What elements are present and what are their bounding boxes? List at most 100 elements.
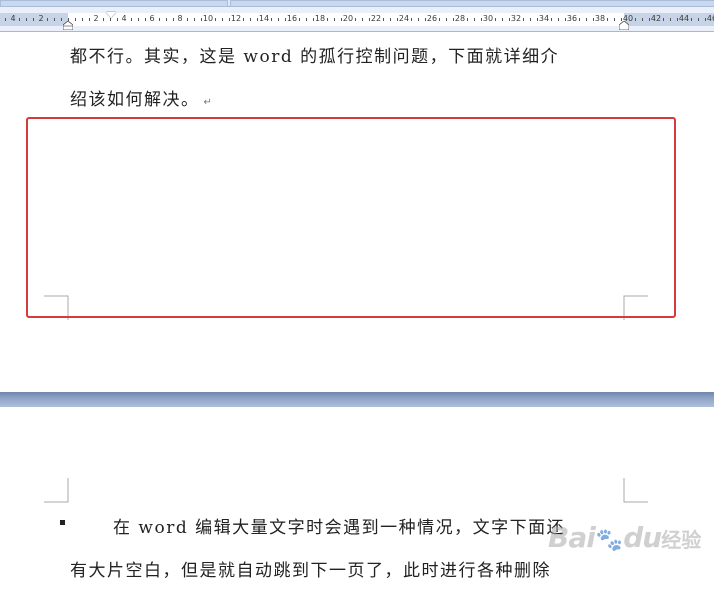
ruler-tick: [278, 18, 279, 21]
body-text-line-content: 绍该如何解决。: [70, 90, 200, 110]
ruler-tick: [26, 18, 27, 21]
ruler-tick: [187, 18, 188, 21]
ruler-tick: [642, 18, 643, 21]
body-text-line[interactable]: 有大片空白，但是就自动跳到下一页了，此时进行各种删除: [70, 556, 551, 581]
watermark-suffix: du: [623, 521, 662, 554]
ruler-tick: [390, 18, 391, 21]
ruler-tick: [418, 18, 419, 21]
ribbon-group-right: [230, 0, 714, 7]
ruler-tick: [299, 18, 300, 21]
ruler-tick: [705, 18, 706, 21]
ruler-tick: [565, 18, 566, 21]
ruler-tick: [285, 18, 286, 21]
ruler-tick: [446, 18, 447, 21]
ruler-tick: [222, 18, 223, 21]
ruler-tick: [439, 18, 440, 21]
blank-area-highlight: [26, 117, 676, 318]
ruler-tick: [411, 18, 412, 21]
ruler-tick: [593, 18, 594, 21]
watermark-brand: Bai: [548, 521, 596, 554]
ruler-tick: [19, 18, 20, 21]
ruler-tick: [586, 18, 587, 21]
ruler-tick: [383, 18, 384, 21]
ruler-tick: [117, 18, 118, 21]
paw-icon: 🐾: [595, 528, 623, 553]
ruler-tick: [103, 18, 104, 21]
ruler-tick: [677, 18, 678, 21]
ruler-tick: [355, 18, 356, 21]
ruler-tick: [166, 18, 167, 21]
ribbon-bottom-edge: [0, 0, 714, 7]
ruler-tick: [110, 18, 111, 21]
ruler-tick: [397, 18, 398, 21]
page-break-gap: [0, 392, 714, 407]
horizontal-ruler[interactable]: 4 2 2 4 6 8 10 12 14 16 18 20 22 24 26 28 30 32 34 36 38 40 42…: [0, 7, 714, 32]
ruler-tick: [369, 18, 370, 21]
ruler-tick: [481, 18, 482, 21]
paragraph-mark-icon: ↵: [203, 97, 212, 108]
ruler-tick: [341, 18, 342, 21]
ruler-tick: [327, 18, 328, 21]
ribbon-group-left: [0, 0, 228, 7]
ruler-tick: [75, 18, 76, 21]
ruler-tick: [138, 18, 139, 21]
ruler-tick: [257, 18, 258, 21]
ruler-tick: [495, 18, 496, 21]
ruler-tick: [523, 18, 524, 21]
ruler-tick: [89, 18, 90, 21]
top-left-margin-mark-icon: [44, 478, 69, 503]
ruler-number: 4: [10, 14, 16, 23]
ruler-tick: [691, 18, 692, 21]
ruler-tick: [635, 18, 636, 21]
ruler-tick: [159, 18, 160, 21]
ruler-tick: [61, 18, 62, 21]
ruler-tick: [243, 18, 244, 21]
left-indent-marker[interactable]: [63, 21, 73, 30]
ruler-tick: [579, 18, 580, 21]
ruler-tick: [173, 18, 174, 21]
top-right-margin-mark-icon: [623, 478, 648, 503]
ruler-tick: [467, 18, 468, 21]
ruler-tick: [425, 18, 426, 21]
ruler-tick: [362, 18, 363, 21]
ruler-tick: [530, 18, 531, 21]
ruler-tick: [334, 18, 335, 21]
ruler-tick: [54, 18, 55, 21]
ruler-tick: [201, 18, 202, 21]
body-text-line[interactable]: 都不行。其实，这是 word 的孤行控制问题，下面就详细介: [70, 42, 559, 67]
ruler-tick: [82, 18, 83, 21]
ruler-tick: [502, 18, 503, 21]
body-text-line[interactable]: 在 word 编辑大量文字时会遇到一种情况，文字下面还: [113, 513, 565, 538]
ruler-tick: [537, 18, 538, 21]
first-line-indent-marker[interactable]: [106, 12, 116, 18]
baidu-jingyan-watermark: Bai🐾du经验: [548, 521, 701, 554]
ruler-tick: [663, 18, 664, 21]
ruler-tick: [649, 18, 650, 21]
list-bullet-icon: [60, 520, 65, 525]
ruler-tick: [509, 18, 510, 21]
ruler-tick: [33, 18, 34, 21]
ruler-tick: [5, 18, 6, 21]
body-text-line[interactable]: 绍该如何解决。 ↵: [70, 85, 212, 110]
ruler-number: 46: [706, 14, 714, 23]
ruler-tick: [271, 18, 272, 21]
ruler-tick: [614, 18, 615, 21]
ruler-tick: [47, 18, 48, 21]
ruler-tick: [551, 18, 552, 21]
ruler-tick: [215, 18, 216, 21]
ruler-tick: [145, 18, 146, 21]
ruler-tick: [306, 18, 307, 21]
ruler-number: 2: [38, 14, 44, 23]
ruler-tick: [313, 18, 314, 21]
ruler-tick: [250, 18, 251, 21]
ruler-tick: [131, 18, 132, 21]
right-indent-marker[interactable]: [619, 21, 629, 30]
ruler-tick: [698, 18, 699, 21]
ruler-tick: [670, 18, 671, 21]
ruler-tick: [474, 18, 475, 21]
ruler-tick: [194, 18, 195, 21]
ruler-tick: [607, 18, 608, 21]
watermark-product: 经验: [661, 528, 702, 552]
ruler-tick: [558, 18, 559, 21]
ruler-tick: [229, 18, 230, 21]
